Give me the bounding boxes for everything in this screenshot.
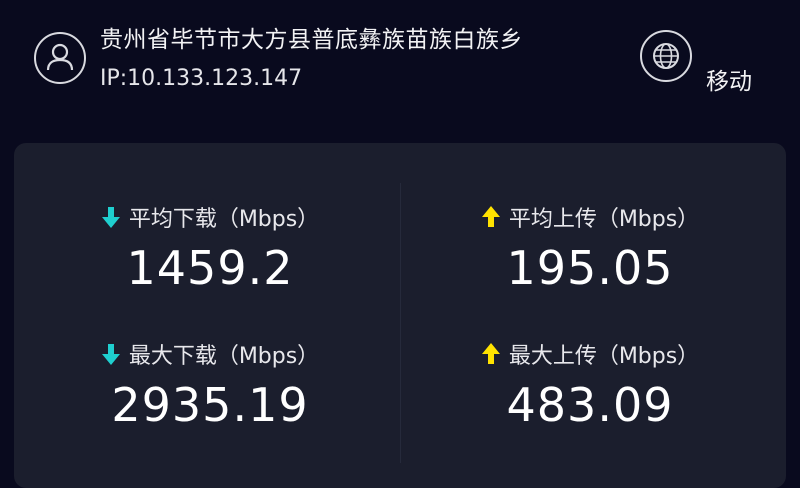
avg-download-value: 1459.2: [126, 241, 294, 295]
max-download-label-row: 最大下载（Mbps）: [30, 338, 390, 372]
max-upload-stat: 最大上传（Mbps） 483.09: [410, 338, 770, 458]
avg-upload-stat: 平均上传（Mbps） 195.05: [410, 201, 770, 321]
avg-upload-label: 平均上传（Mbps）: [508, 207, 700, 232]
max-download-value: 2935.19: [111, 378, 309, 432]
location-text: 贵州省毕节市大方县普底彝族苗族白族乡: [100, 27, 523, 53]
carrier-name: 移动: [706, 69, 752, 95]
avg-download-label: 平均下载（Mbps）: [128, 207, 320, 232]
max-upload-label-row: 最大上传（Mbps）: [410, 338, 770, 372]
max-upload-value: 483.09: [506, 378, 674, 432]
ip-address: IP:10.133.123.147: [100, 66, 303, 91]
header: 贵州省毕节市大方县普底彝族苗族白族乡 IP:10.133.123.147 移动: [0, 0, 800, 130]
globe-icon[interactable]: [640, 30, 692, 82]
avg-download-stat: 平均下载（Mbps） 1459.2: [30, 201, 390, 321]
avg-upload-label-row: 平均上传（Mbps）: [410, 201, 770, 235]
arrow-down-icon: [101, 342, 121, 372]
divider: [400, 183, 401, 463]
max-download-stat: 最大下载（Mbps） 2935.19: [30, 338, 390, 458]
max-download-label: 最大下载（Mbps）: [128, 344, 320, 369]
arrow-down-icon: [101, 205, 121, 235]
max-upload-label: 最大上传（Mbps）: [508, 344, 700, 369]
speed-results-card: 平均下载（Mbps） 1459.2 平均上传（Mbps） 195.05 最大下载…: [14, 143, 786, 488]
arrow-up-icon: [481, 342, 501, 372]
avg-download-label-row: 平均下载（Mbps）: [30, 201, 390, 235]
user-icon[interactable]: [34, 32, 86, 84]
arrow-up-icon: [481, 205, 501, 235]
avg-upload-value: 195.05: [506, 241, 674, 295]
